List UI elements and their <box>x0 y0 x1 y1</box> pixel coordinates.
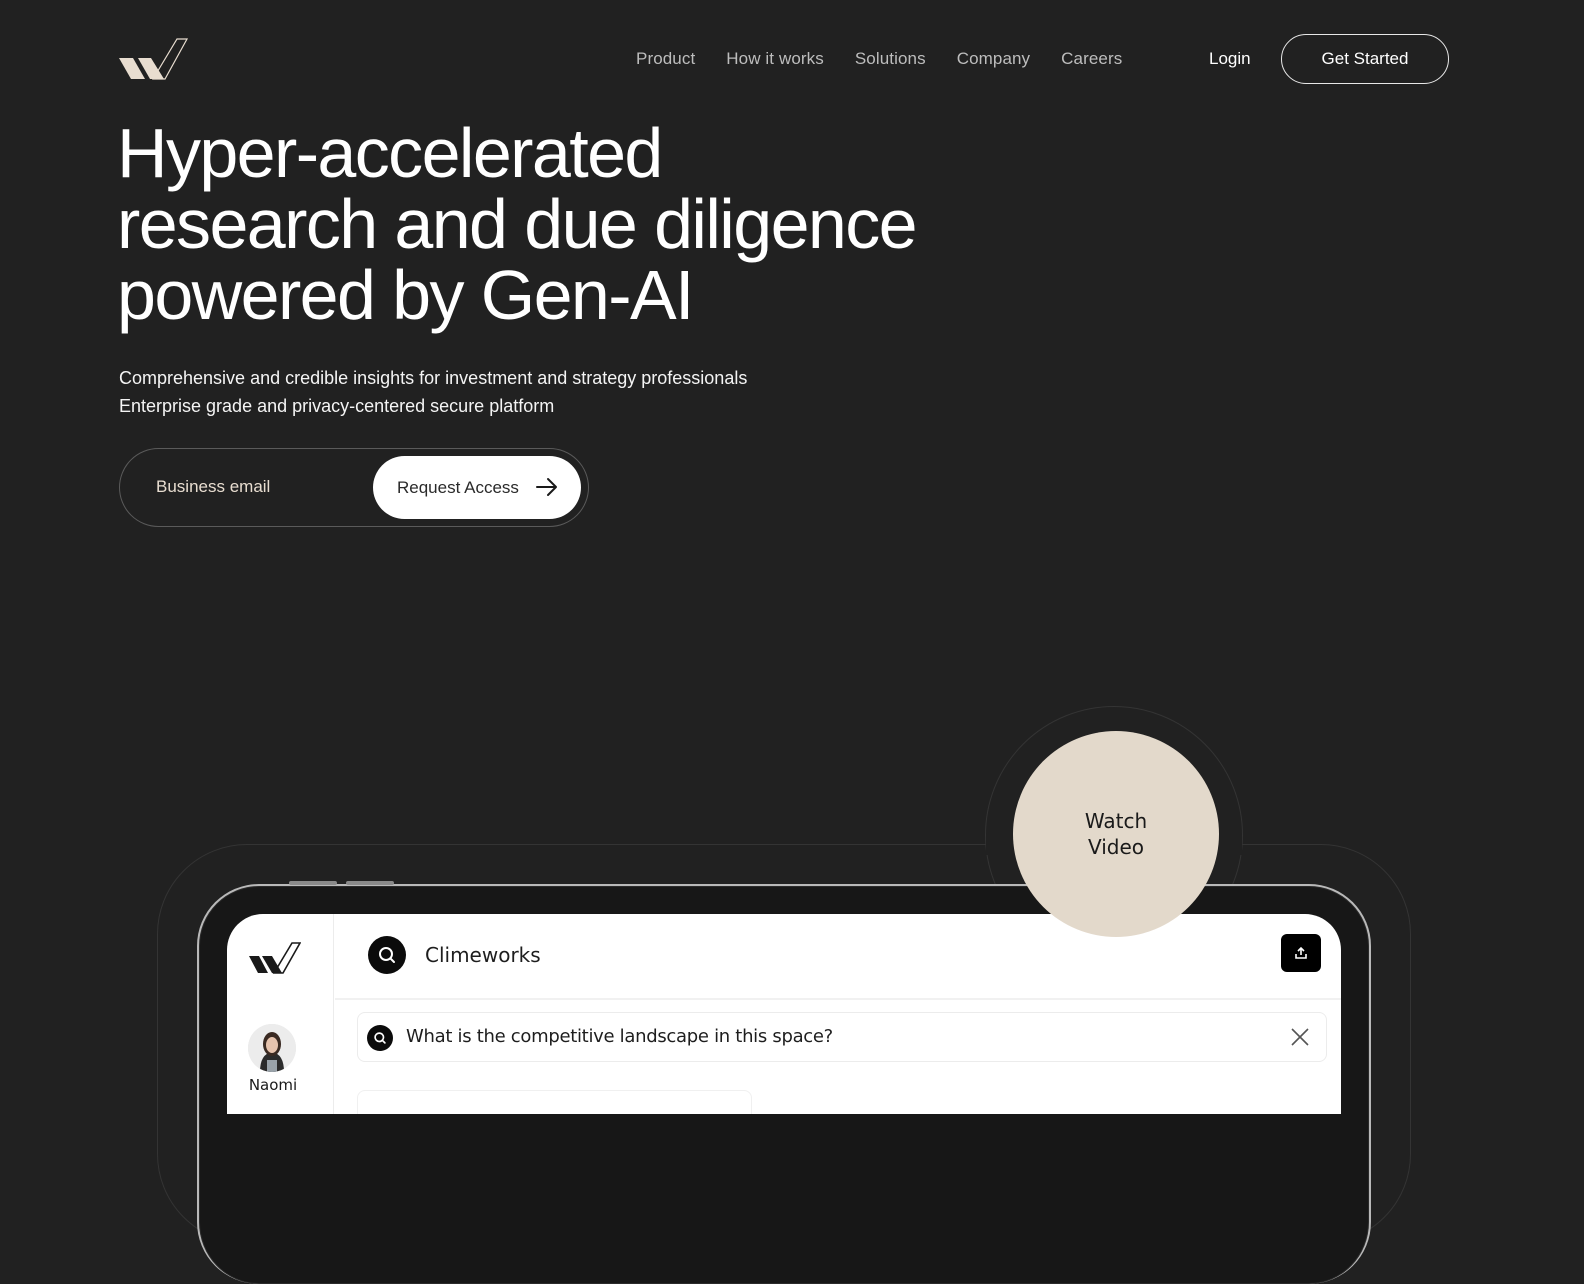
company-search-value[interactable]: Climeworks <box>425 943 541 967</box>
nav-company[interactable]: Company <box>957 48 1030 70</box>
request-access-button[interactable]: Request Access <box>373 456 581 519</box>
hero-title-line: Hyper-accelerated <box>117 114 663 192</box>
main-nav: Product How it works Solutions Company C… <box>636 48 1122 70</box>
request-access-label: Request Access <box>397 477 519 497</box>
app-preview-screen: Naomi Climeworks What is the competitive… <box>227 914 1341 1114</box>
watch-video-button[interactable]: Watch Video <box>1013 731 1219 937</box>
get-started-button[interactable]: Get Started <box>1281 34 1449 84</box>
arrow-right-icon <box>535 476 559 498</box>
hero-subtitle: Comprehensive and credible insights for … <box>119 364 747 420</box>
search-icon <box>367 1025 393 1051</box>
device-volume-button <box>289 881 337 885</box>
answer-placeholder <box>357 1090 752 1114</box>
device-volume-button <box>346 881 394 885</box>
share-icon[interactable] <box>1281 934 1321 972</box>
nav-product[interactable]: Product <box>636 48 695 70</box>
question-input[interactable]: What is the competitive landscape in thi… <box>357 1012 1327 1062</box>
watch-video-label: Video <box>1087 835 1145 859</box>
business-email-input[interactable] <box>138 467 368 507</box>
hero-title: Hyper-accelerated research and due dilig… <box>117 118 1017 331</box>
search-icon[interactable] <box>368 936 406 974</box>
hero-title-line: research and due diligence <box>117 185 918 263</box>
app-logo <box>249 942 302 974</box>
nav-how-it-works[interactable]: How it works <box>726 48 824 70</box>
nav-solutions[interactable]: Solutions <box>855 48 926 70</box>
question-text: What is the competitive landscape in thi… <box>406 1026 833 1047</box>
hero-title-line: powered by Gen-AI <box>117 256 695 334</box>
app-sidebar: Naomi <box>227 914 334 1114</box>
user-avatar[interactable] <box>248 1024 296 1072</box>
watch-video-label: Watch <box>1084 809 1148 833</box>
request-access-form: Request Access <box>119 448 589 527</box>
user-name: Naomi <box>248 1076 298 1094</box>
hero-subtitle-line: Comprehensive and credible insights for … <box>119 368 748 388</box>
nav-careers[interactable]: Careers <box>1061 48 1122 70</box>
login-link[interactable]: Login <box>1209 48 1251 70</box>
close-icon[interactable] <box>1290 1027 1310 1047</box>
brand-logo[interactable] <box>119 38 189 80</box>
hero-subtitle-line: Enterprise grade and privacy-centered se… <box>119 396 555 416</box>
app-topbar: Climeworks <box>335 914 1341 1000</box>
